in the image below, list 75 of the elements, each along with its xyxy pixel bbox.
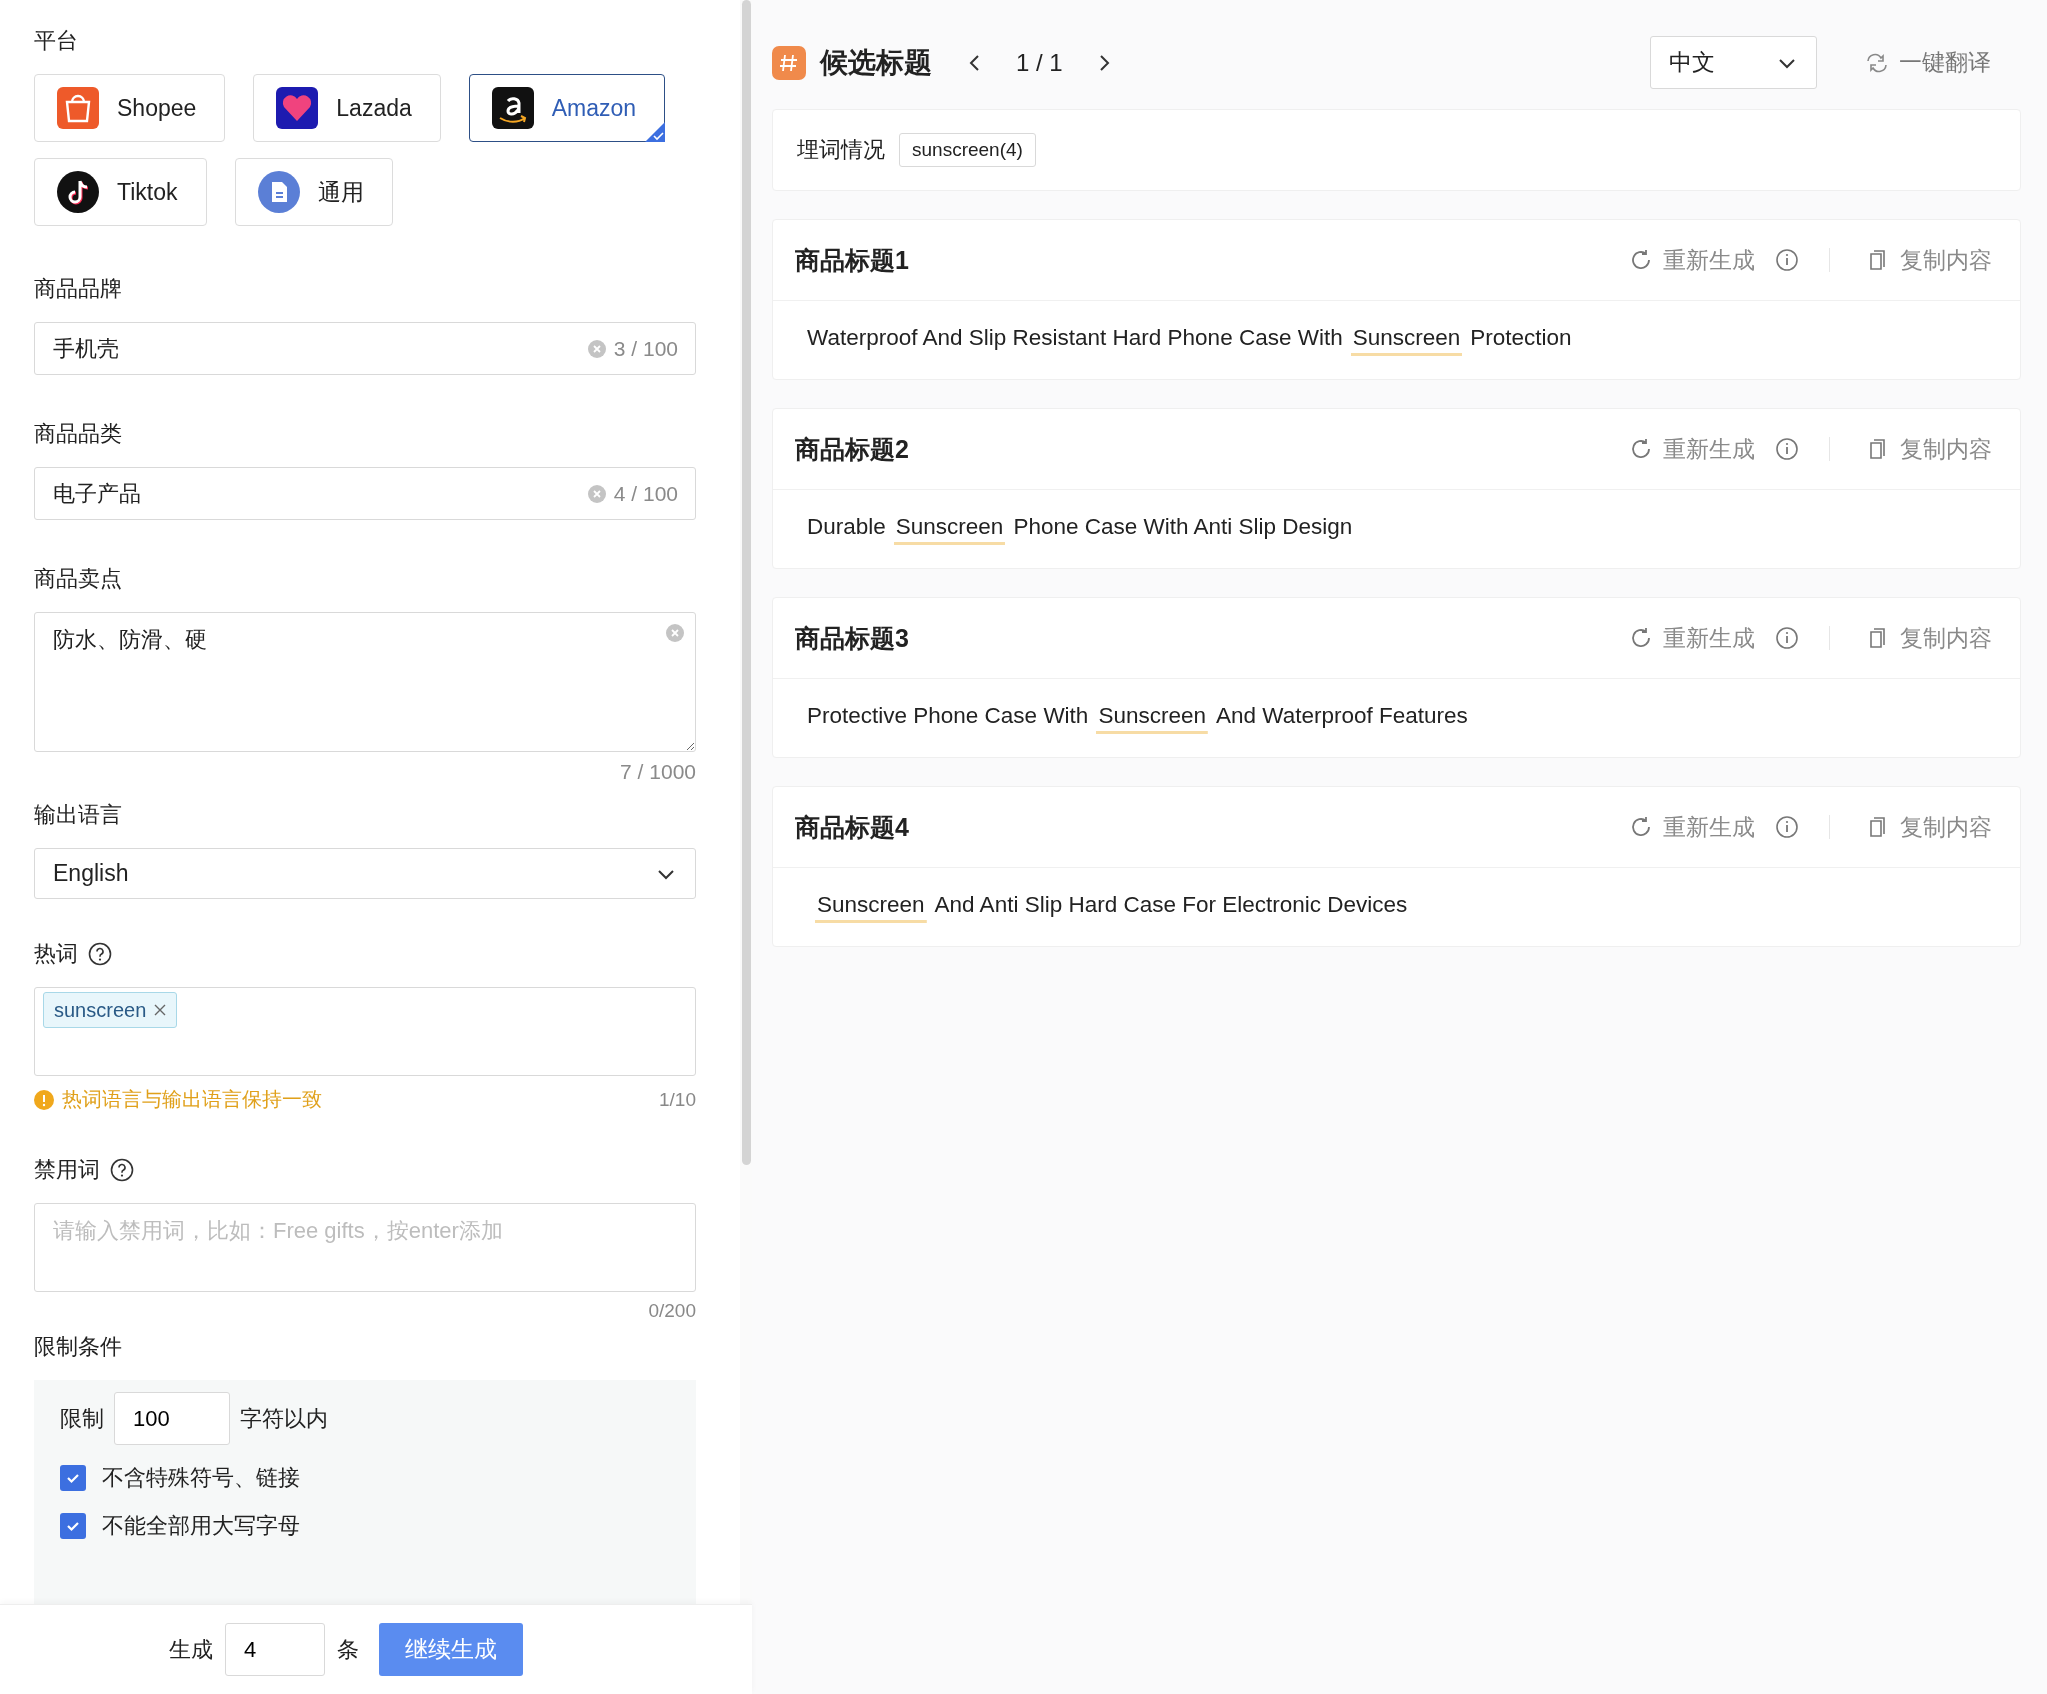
character-count: 7 / 1000: [620, 760, 696, 784]
platform-option[interactable]: Shopee: [34, 74, 226, 142]
generated-title-text: Sunscreen And Anti Slip Hard Case For Electronic Devices: [807, 886, 1408, 928]
field-label: 热词: [34, 940, 78, 969]
generate-label: 生成: [169, 1635, 213, 1664]
platform-option[interactable]: Lazada: [253, 74, 441, 142]
generate-count-input[interactable]: 4: [225, 1623, 325, 1676]
title-heading: 商品标题3: [795, 622, 910, 654]
title-heading: 商品标题1: [795, 244, 910, 276]
keyword-usage-label: 埋词情况: [797, 136, 885, 164]
checkbox-label: 不能全部用大写字母: [102, 1512, 300, 1541]
refresh-icon: [1629, 815, 1653, 839]
selected-check-icon: [645, 122, 666, 142]
field-label: 商品卖点: [34, 565, 122, 593]
panel-title: 候选标题: [820, 45, 932, 80]
hash-icon: [772, 45, 806, 80]
field-label: 平台: [34, 27, 78, 55]
regenerate-button[interactable]: 重新生成: [1623, 243, 1761, 277]
copy-button[interactable]: 复制内容: [1860, 810, 1998, 844]
selling-points-input[interactable]: 防水、防滑、硬: [34, 612, 696, 752]
warning-text: 热词语言与输出语言保持一致: [62, 1087, 322, 1112]
info-icon[interactable]: [1775, 248, 1799, 272]
character-count: 3 / 100: [613, 336, 678, 361]
help-icon[interactable]: [110, 1158, 134, 1182]
generated-title-text: Protective Phone Case With Sunscreen And Waterproof Features: [807, 697, 1468, 739]
refresh-icon: [1629, 248, 1653, 272]
field-label: 限制条件: [34, 1333, 122, 1362]
page-indicator: 1 / 1: [1016, 48, 1063, 77]
warning-icon: [34, 1089, 54, 1110]
language-select[interactable]: English: [34, 848, 696, 900]
title-heading: 商品标题2: [795, 433, 910, 465]
regenerate-button[interactable]: 重新生成: [1623, 621, 1761, 655]
copy-button[interactable]: 复制内容: [1860, 621, 1998, 655]
refresh-icon: [1629, 437, 1653, 461]
generate-label: 条: [337, 1635, 359, 1664]
field-label: 商品品类: [34, 420, 122, 448]
info-icon[interactable]: [1775, 437, 1799, 461]
generated-title-text: Waterproof And Slip Resistant Hard Phone Case With Sunscreen Protection: [807, 319, 1572, 361]
field-label: 禁用词: [34, 1156, 100, 1184]
keyword-count-tag: sunscreen(4): [899, 133, 1036, 167]
hot-words-field[interactable]: sunscreen: [34, 987, 696, 1076]
smile-arrow-logo-icon: [491, 87, 534, 129]
copy-button[interactable]: 复制内容: [1860, 243, 1998, 277]
translation-language-select[interactable]: 中文: [1650, 36, 1817, 89]
help-icon[interactable]: [88, 942, 112, 967]
regenerate-button[interactable]: 重新生成: [1623, 810, 1761, 844]
close-icon[interactable]: [154, 1004, 167, 1017]
checkbox[interactable]: [60, 1465, 86, 1492]
platform-option[interactable]: 通用: [234, 158, 393, 226]
copy-button[interactable]: 复制内容: [1860, 432, 1998, 466]
field-label: 输出语言: [34, 801, 122, 829]
tag-count: 1/10: [659, 1088, 696, 1111]
field-label: 商品品牌: [34, 275, 122, 303]
shopping-bag-icon: [57, 87, 99, 129]
platform-option[interactable]: Amazon: [468, 74, 666, 142]
keyword-tag[interactable]: sunscreen: [43, 992, 178, 1029]
checkbox-label: 不含特殊符号、链接: [102, 1464, 300, 1493]
title-heading: 商品标题4: [795, 811, 910, 843]
info-icon[interactable]: [1775, 626, 1799, 650]
limit-label: 限制: [60, 1404, 104, 1433]
translate-button[interactable]: 一键翻译: [1859, 46, 1997, 79]
music-note-logo-icon: [57, 171, 99, 213]
character-count: 0/200: [648, 1300, 696, 1323]
heart-logo-icon: [276, 87, 319, 129]
limit-label: 字符以内: [240, 1404, 328, 1433]
document-icon: [257, 171, 300, 213]
refresh-icon: [1629, 626, 1653, 650]
checkbox[interactable]: [60, 1513, 86, 1540]
platform-option[interactable]: Tiktok: [34, 158, 207, 226]
regenerate-button[interactable]: 重新生成: [1623, 432, 1761, 466]
character-limit-input[interactable]: 100: [114, 1392, 230, 1446]
character-count: 4 / 100: [613, 481, 678, 506]
banned-words-input[interactable]: 请输入禁用词，比如：Free gifts，按enter添加: [34, 1203, 696, 1293]
info-icon[interactable]: [1775, 815, 1799, 839]
generated-title-text: Durable Sunscreen Phone Case With Anti Slip Design: [807, 508, 1353, 550]
